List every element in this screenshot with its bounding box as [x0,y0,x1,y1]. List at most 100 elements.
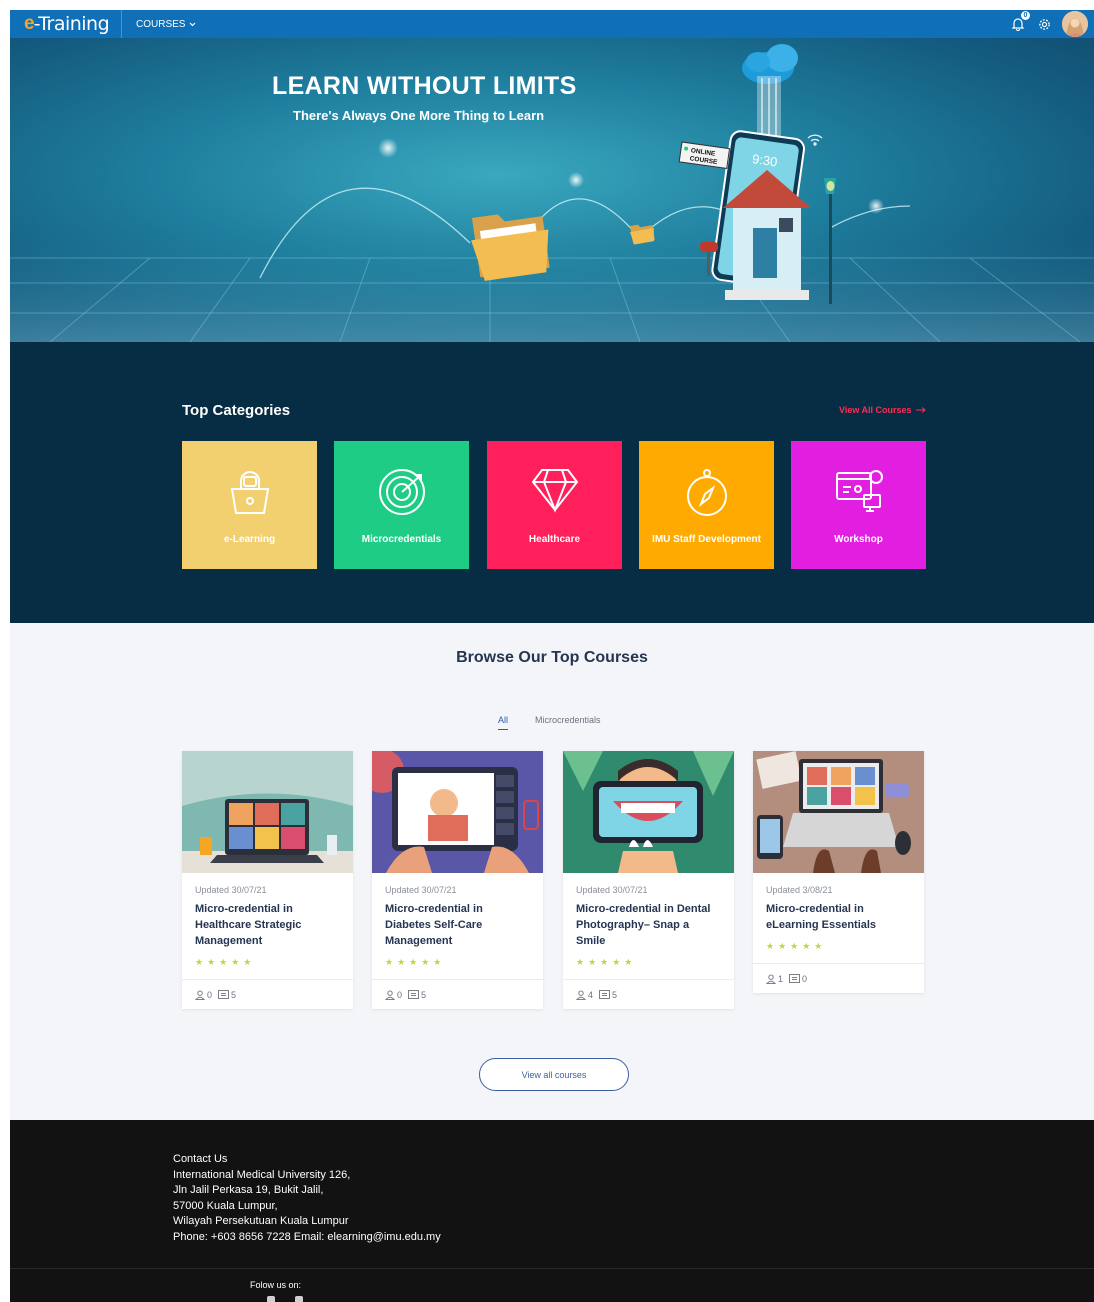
course-enrolled-count: 4 [576,990,593,1000]
category-label: e-Learning [223,534,276,545]
user-icon [576,990,586,1000]
course-updated-date: Updated 3/08/21 [766,885,833,895]
tab-all[interactable]: All [498,715,509,730]
view-all-courses-link[interactable]: View All Courses [839,405,926,415]
lessons-icon [599,989,611,999]
view-all-courses-button[interactable]: View all courses [479,1058,629,1091]
course-rating-stars: ★★★★★ [195,957,256,967]
dental-photo-illustration [563,751,734,873]
user-avatar[interactable] [1062,11,1088,37]
lesson-value: 5 [421,989,427,1000]
compass-icon [686,469,727,516]
browse-courses-title: Browse Our Top Courses [456,649,648,666]
hero-subtitle: There's Always One More Thing to Learn [293,108,545,123]
chevron-down-icon [190,22,196,26]
lessons-icon [408,989,420,999]
category-label: IMU Staff Development [652,534,761,545]
contact-block: Contact Us International Medical Univers… [173,1152,441,1245]
settings-button[interactable] [1036,16,1052,32]
footer-divider [10,1268,1094,1269]
contact-phone-email[interactable]: Phone: +603 8656 7228 Email: elearning@i… [173,1230,441,1246]
user-icon [195,990,205,1000]
course-rating-stars: ★★★★★ [766,941,827,951]
top-categories-title: Top Categories [182,402,291,419]
lesson-value: 5 [612,989,618,1000]
category-microcredentials[interactable]: Microcredentials [334,441,469,569]
user-icon [766,974,776,984]
enrolled-value: 1 [778,973,784,984]
course-thumbnail [753,751,924,873]
category-label: Healthcare [528,534,581,545]
category-imu-staff-development[interactable]: IMU Staff Development [639,441,774,569]
contact-title: Contact Us [173,1153,228,1165]
site-footer: Contact Us International Medical Univers… [10,1120,1094,1302]
course-rating-stars: ★★★★★ [385,957,446,967]
follow-us-label: Folow us on: [250,1280,302,1290]
course-updated-date: Updated 30/07/21 [195,885,267,895]
address-line: International Medical University 126, [173,1168,351,1181]
web-design-icon [835,470,883,512]
course-card-elearning-essentials[interactable]: Updated 3/08/21 Micro-credential in eLea… [753,751,924,993]
tab-microcredentials[interactable]: Microcredentials [535,715,601,725]
course-lesson-count: 5 [599,989,618,1000]
category-label: Microcredentials [361,534,442,545]
course-card-diabetes-self-care-management[interactable]: Updated 30/07/21 Micro-credential in Dia… [372,751,543,1009]
brand-logo-text: -Training [33,13,110,35]
hero-title: LEARN WITHOUT LIMITS [272,72,577,100]
youtube-icon[interactable] [295,1296,303,1302]
lessons-icon [789,973,801,983]
user-icon [385,990,395,1000]
course-card-dental-photography[interactable]: Updated 30/07/21 Micro-credential in Den… [563,751,734,1009]
course-title[interactable]: Micro-credential in eLearning Essentials [766,901,911,933]
enrolled-value: 0 [207,989,213,1000]
arrow-right-icon [915,407,926,413]
category-workshop[interactable]: Workshop [791,441,926,569]
gear-icon [1038,18,1050,30]
laptop-desk-illustration [753,751,924,873]
course-enrolled-count: 0 [195,990,212,1000]
shopping-bag-icon [230,471,269,514]
browse-courses-section: Browse Our Top Courses All Microcredenti… [10,623,1094,1097]
video-call-illustration [182,751,353,873]
course-updated-date: Updated 30/07/21 [385,885,457,895]
notification-count-badge: 0 [1021,11,1030,20]
courses-menu-label: COURSES [136,18,186,30]
lesson-value: 0 [802,973,808,984]
notifications-button[interactable]: 0 [1010,11,1030,32]
tablet-lesson-illustration [372,751,543,873]
view-all-courses-label: View All Courses [839,405,912,415]
address-line: Wilayah Persekutuan Kuala Lumpur [173,1215,349,1227]
address-line: 57000 Kuala Lumpur, [173,1199,278,1212]
course-title[interactable]: Micro-credential in Healthcare Strategic… [195,901,340,949]
course-title[interactable]: Micro-credential in Diabetes Self-Care M… [385,901,530,949]
course-lesson-count: 5 [218,989,237,1000]
diamond-icon [531,469,578,513]
course-lesson-count: 0 [789,973,808,984]
course-rating-stars: ★★★★★ [576,957,637,967]
avatar-image [1062,11,1088,37]
category-e-learning[interactable]: e-Learning [182,441,317,569]
brand-logo[interactable]: e -Training [10,10,122,38]
course-lesson-count: 5 [408,989,427,1000]
course-thumbnail [182,751,353,873]
page-frame: e -Training COURSES 0 9:30 ONLINE COURSE… [10,10,1094,1302]
brand-logo-e: e [24,13,35,34]
enrolled-value: 0 [397,989,403,1000]
category-label: Workshop [834,534,883,545]
course-title[interactable]: Micro-credential in Dental Photography– … [576,901,721,949]
top-navbar: e -Training COURSES 0 [10,10,1094,38]
course-thumbnail [372,751,543,873]
course-updated-date: Updated 30/07/21 [576,885,648,895]
target-icon [378,469,425,515]
instagram-icon[interactable] [267,1296,275,1302]
course-enrolled-count: 1 [766,974,783,984]
enrolled-value: 4 [588,989,594,1000]
hero-banner: 9:30 ONLINE COURSE LEARN WITHOUT LIMITS … [10,38,1094,342]
top-categories-section: Top Categories View All Courses e-Learni… [10,342,1094,623]
course-thumbnail [563,751,734,873]
lessons-icon [218,989,230,999]
courses-menu[interactable]: COURSES [136,19,196,30]
course-card-healthcare-strategic-management[interactable]: Updated 30/07/21 Micro-credential in Hea… [182,751,353,1009]
lesson-value: 5 [231,989,237,1000]
category-healthcare[interactable]: Healthcare [487,441,622,569]
